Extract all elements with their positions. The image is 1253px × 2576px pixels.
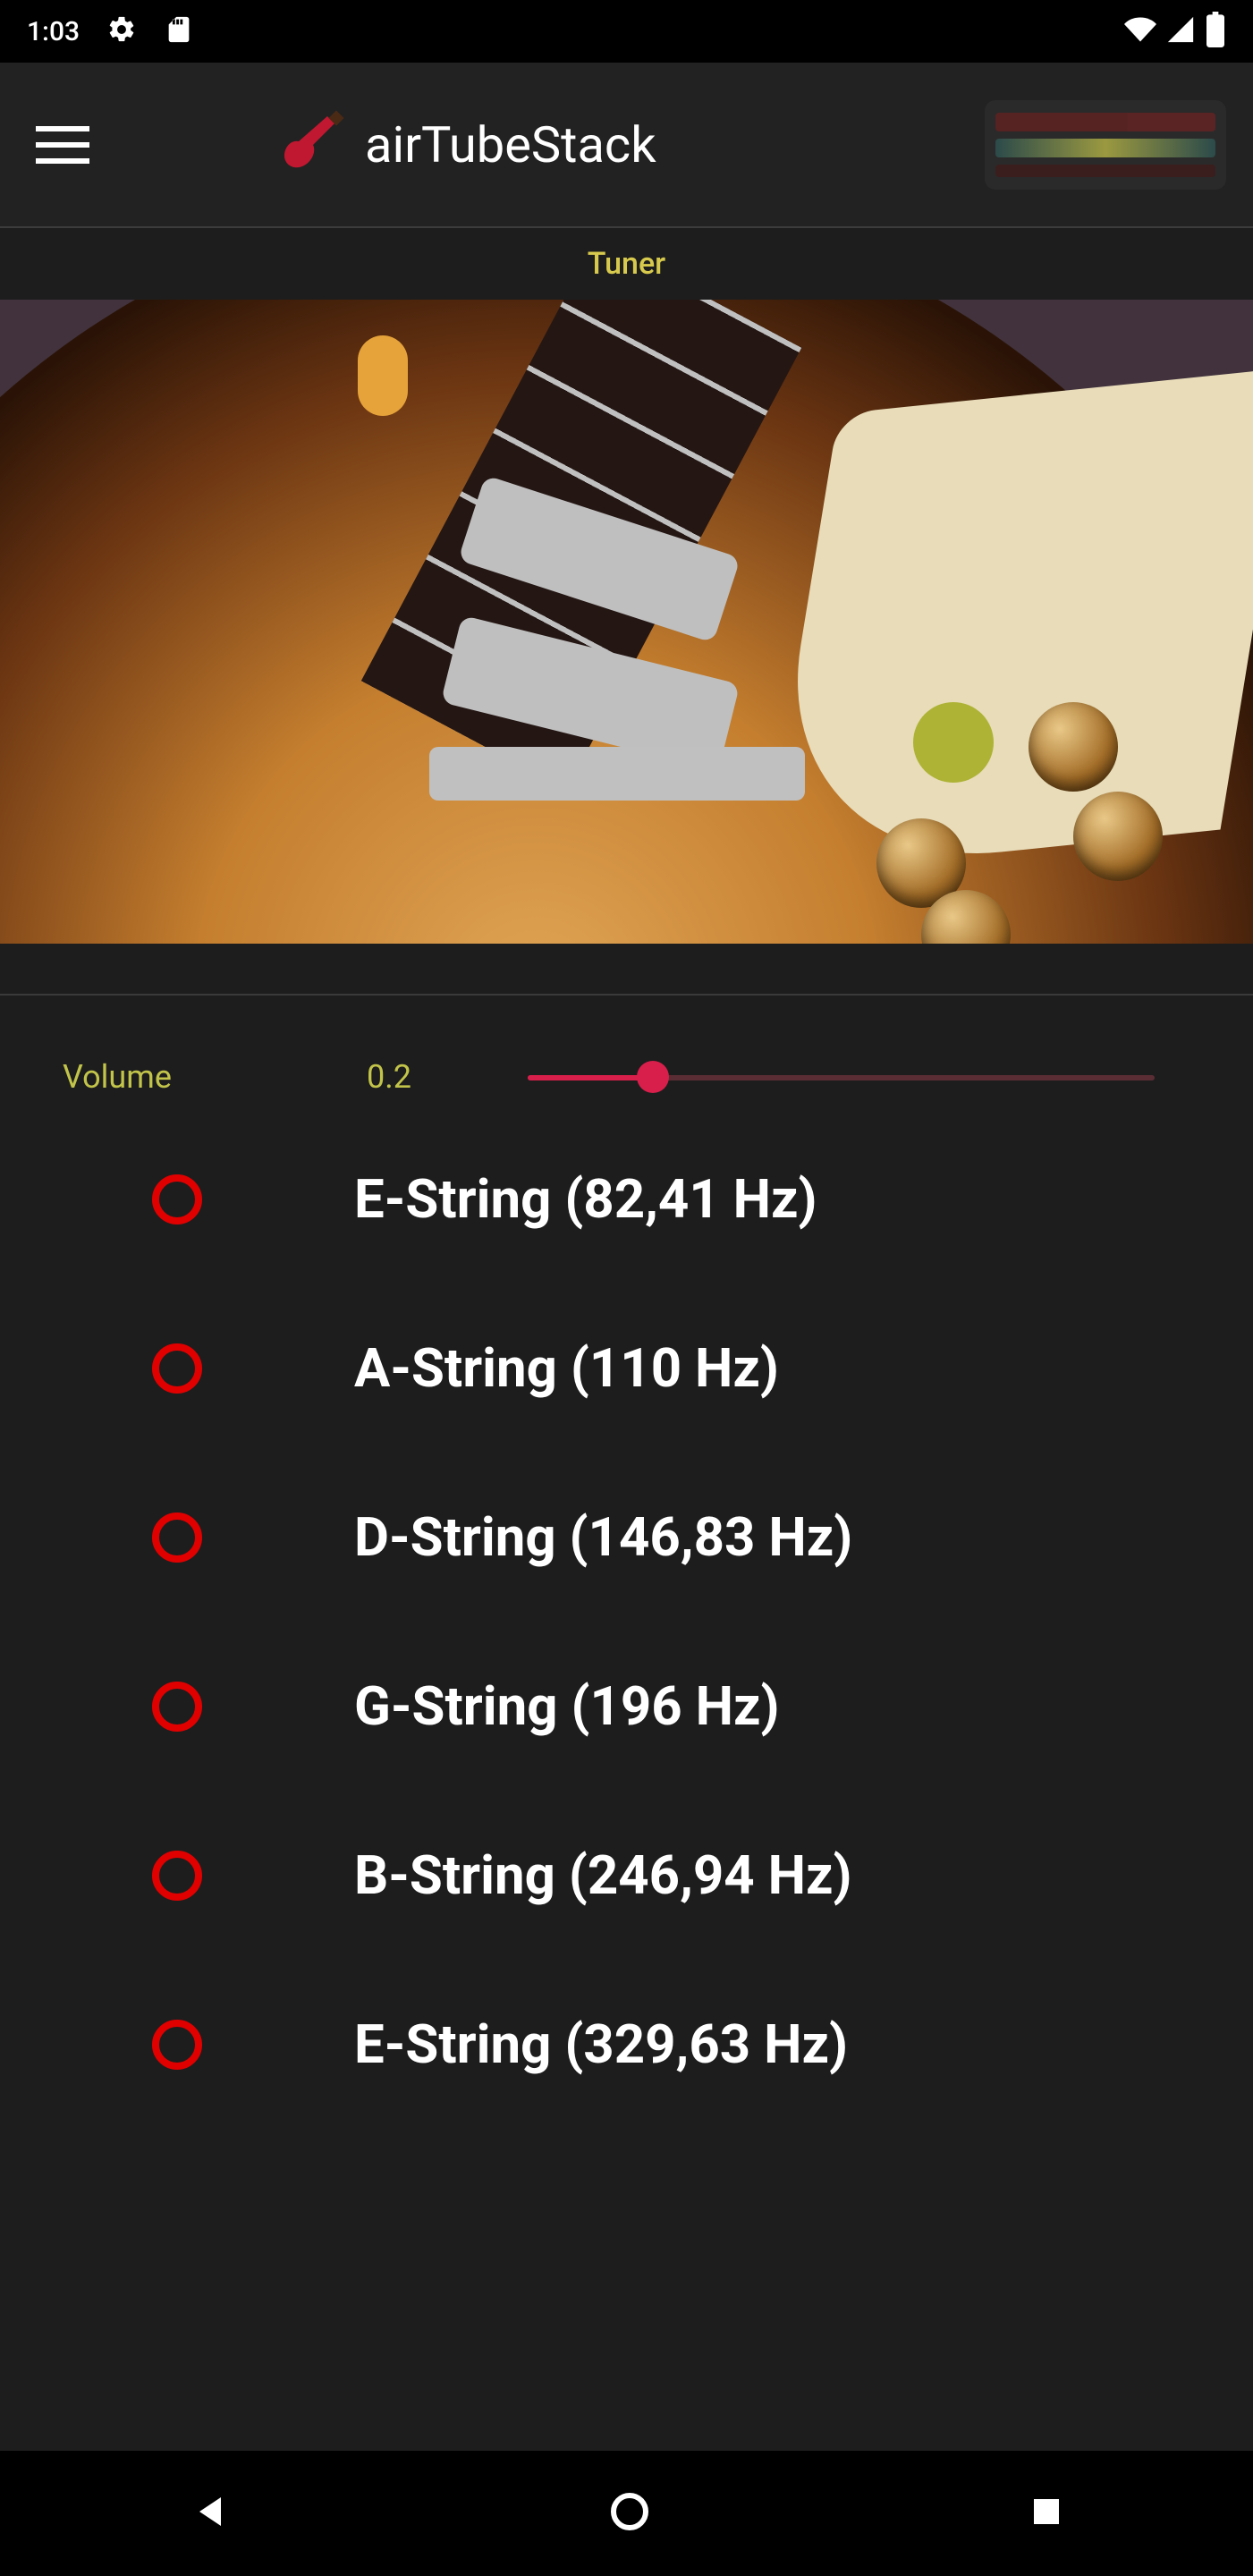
gear-icon xyxy=(106,14,137,48)
string-e-low-row[interactable]: E-String (82,41 Hz) xyxy=(152,1167,1253,1231)
sd-card-icon xyxy=(164,14,194,48)
string-a-row[interactable]: A-String (110 Hz) xyxy=(152,1336,1253,1400)
radio-icon[interactable] xyxy=(152,1343,202,1394)
radio-icon[interactable] xyxy=(152,2020,202,2070)
string-b-row[interactable]: B-String (246,94 Hz) xyxy=(152,1843,1253,1907)
volume-slider[interactable] xyxy=(528,1059,1155,1095)
radio-icon[interactable] xyxy=(152,1682,202,1732)
subheader-title: Tuner xyxy=(588,246,665,282)
back-button[interactable] xyxy=(189,2490,232,2537)
recent-apps-button[interactable] xyxy=(1028,2493,1065,2534)
string-label: D-String (146,83 Hz) xyxy=(354,1505,852,1569)
wifi-icon xyxy=(1124,13,1156,49)
volume-value: 0.2 xyxy=(367,1058,528,1096)
menu-button[interactable] xyxy=(27,109,98,181)
volume-label: Volume xyxy=(63,1058,367,1096)
radio-icon[interactable] xyxy=(152,1851,202,1901)
volume-row: Volume 0.2 xyxy=(0,996,1253,1140)
home-button[interactable] xyxy=(608,2490,651,2537)
string-label: A-String (110 Hz) xyxy=(354,1336,779,1400)
string-label: G-String (196 Hz) xyxy=(354,1674,780,1738)
screen-subheader: Tuner xyxy=(0,228,1253,300)
string-d-row[interactable]: D-String (146,83 Hz) xyxy=(152,1505,1253,1569)
guitar-image xyxy=(0,300,1253,944)
string-label: E-String (82,41 Hz) xyxy=(354,1167,817,1231)
battery-icon xyxy=(1205,12,1226,51)
keyboard-graphic[interactable] xyxy=(985,100,1226,190)
app-title: airTubeStack xyxy=(365,115,656,174)
radio-icon[interactable] xyxy=(152,1513,202,1563)
string-g-row[interactable]: G-String (196 Hz) xyxy=(152,1674,1253,1738)
string-e-high-row[interactable]: E-String (329,63 Hz) xyxy=(152,2012,1253,2076)
status-bar: 1:03 xyxy=(0,0,1253,63)
status-right xyxy=(1124,12,1226,51)
status-left: 1:03 xyxy=(27,14,194,48)
string-label: B-String (246,94 Hz) xyxy=(354,1843,852,1907)
app-bar: airTubeStack xyxy=(0,63,1253,228)
guitar-icon xyxy=(277,109,349,181)
app-screen: 1:03 airTubeStack xyxy=(0,0,1253,2576)
signal-icon xyxy=(1165,14,1196,48)
radio-icon[interactable] xyxy=(152,1174,202,1224)
string-list: E-String (82,41 Hz) A-String (110 Hz) D-… xyxy=(0,1140,1253,2076)
navigation-bar xyxy=(0,2451,1253,2576)
status-time: 1:03 xyxy=(27,16,80,47)
string-label: E-String (329,63 Hz) xyxy=(354,2012,848,2076)
